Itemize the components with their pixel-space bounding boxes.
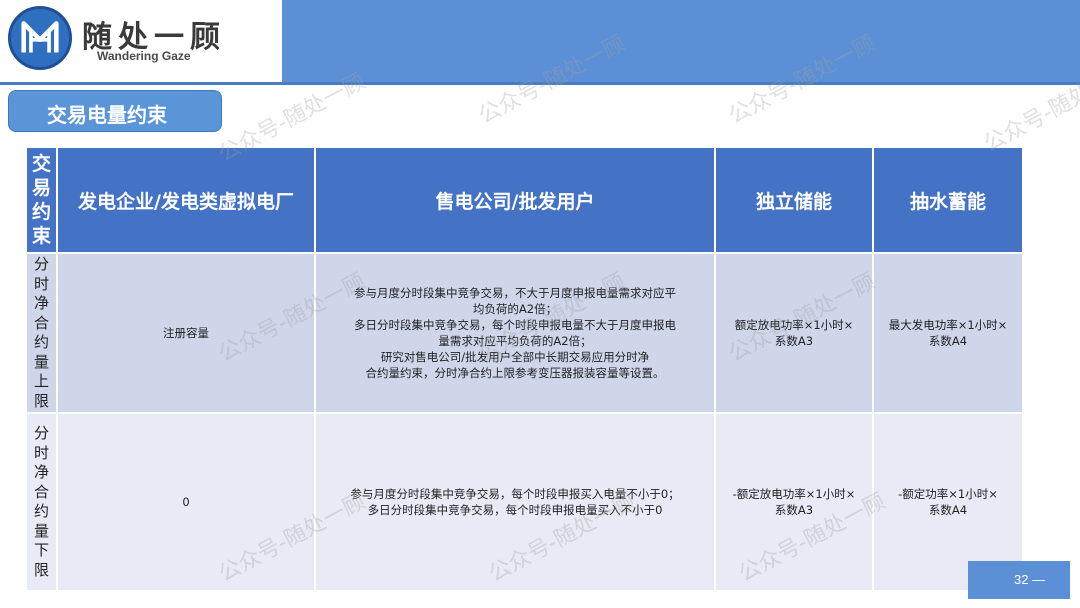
vertical-char: 上 xyxy=(33,372,49,390)
vertical-char: 下 xyxy=(33,541,49,559)
vertical-char: 分 xyxy=(33,255,49,273)
table-cell: 最大发电功率×1小时× 系数A4 xyxy=(874,254,1022,412)
cell-lines: 注册容量 xyxy=(163,325,209,341)
table-cell: 参与月度分时段集中竞争交易，不大于月度申报电量需求对应平 均负荷的A2倍； 多日分时… xyxy=(316,254,716,412)
constraints-table: 交易约束 发电企业/发电类虚拟电厂 售电公司/批发用户 独立储能 抽水蓄能 分时… xyxy=(27,148,1022,590)
cell-text-line: 注册容量 xyxy=(163,326,209,340)
row-label-upper-text: 分时净合约量上限 xyxy=(34,255,49,411)
cell-text-line: 多日分时段集中竞争交易，每个时段申报电量买入不小于0 xyxy=(367,503,663,517)
table-cell: -额定放电功率×1小时× 系数A3 xyxy=(716,414,874,590)
vertical-char: 约 xyxy=(33,502,49,520)
column-header-storage: 独立储能 xyxy=(716,148,874,252)
vertical-char: 净 xyxy=(33,463,49,481)
vertical-char: 分 xyxy=(33,424,49,442)
cell-text-line: 额定放电功率×1小时× xyxy=(734,318,854,332)
cell-text-line: 最大发电功率×1小时× xyxy=(888,318,1008,332)
page-number-badge: 32 — xyxy=(968,561,1070,599)
vertical-char: 量 xyxy=(33,352,49,371)
column-header-generation: 发电企业/发电类虚拟电厂 xyxy=(58,148,316,252)
logo-mh-icon xyxy=(21,21,59,53)
cell-text-line: -额定功率×1小时× xyxy=(898,487,998,501)
vertical-char: 限 xyxy=(33,560,49,579)
vertical-char: 时 xyxy=(33,443,49,462)
row-label-upper: 分时净合约量上限 xyxy=(27,254,58,412)
table-cell: 额定放电功率×1小时× 系数A3 xyxy=(716,254,874,412)
vertical-char: 约 xyxy=(33,333,49,351)
logo-subtitle: Wandering Gaze xyxy=(97,49,191,63)
column-header-retail: 售电公司/批发用户 xyxy=(316,148,716,252)
header-corner-label-text: 交易约束 xyxy=(32,152,51,248)
vertical-char: 合 xyxy=(33,482,49,501)
vertical-char: 易 xyxy=(31,177,51,199)
header-corner-label: 交易约束 xyxy=(27,148,58,252)
cell-lines: 0 xyxy=(182,494,189,510)
vertical-char: 约 xyxy=(31,201,51,223)
vertical-char: 合 xyxy=(33,313,49,332)
vertical-char: 束 xyxy=(31,225,51,247)
cell-text-line: 系数A4 xyxy=(928,334,968,348)
row-label-lower: 分时净合约量下限 xyxy=(27,414,58,590)
cell-lines: 参与月度分时段集中竞争交易，每个时段申报买入电量不小于0； 多日分时段集中竞争交易… xyxy=(350,486,679,518)
cell-text-line: -额定放电功率×1小时× xyxy=(732,487,856,501)
vertical-char: 量 xyxy=(33,521,49,540)
header-band xyxy=(282,0,1080,82)
cell-text-line: 多日分时段集中竞争交易，每个时段申报电量不大于月度申报电 xyxy=(354,318,676,332)
logo-icon xyxy=(8,6,72,70)
header-divider xyxy=(0,82,1080,85)
column-header-pumped-hydro: 抽水蓄能 xyxy=(874,148,1022,252)
cell-lines: -额定功率×1小时× 系数A4 xyxy=(898,486,998,518)
cell-text-line: 合约量约束，分时净合约上限参考变压器报装容量等设置。 xyxy=(365,366,665,380)
cell-text-line: 量需求对应平均负荷的A2倍； xyxy=(438,334,592,348)
cell-text-line: 参与月度分时段集中竞争交易，每个时段申报买入电量不小于0； xyxy=(350,487,680,501)
vertical-char: 交 xyxy=(31,153,51,175)
cell-lines: 参与月度分时段集中竞争交易，不大于月度申报电量需求对应平 均负荷的A2倍； 多日分时… xyxy=(354,285,676,381)
cell-text-line: 系数A3 xyxy=(774,503,814,517)
row-label-lower-text: 分时净合约量下限 xyxy=(34,424,49,580)
vertical-char: 净 xyxy=(33,294,49,312)
vertical-char: 限 xyxy=(33,391,49,410)
cell-text-line: 系数A3 xyxy=(774,334,814,348)
cell-lines: 额定放电功率×1小时× 系数A3 xyxy=(735,317,854,349)
section-title: 交易电量约束 xyxy=(47,103,167,127)
cell-text-line: 0 xyxy=(182,495,190,509)
section-title-pill: 交易电量约束 xyxy=(8,90,222,132)
cell-text-line: 均负荷的A2倍； xyxy=(472,302,558,316)
cell-text-line: 系数A4 xyxy=(928,503,968,517)
cell-text-line: 研究对售电公司/批发用户全部中长期交易应用分时净 xyxy=(380,350,650,364)
cell-lines: 最大发电功率×1小时× 系数A4 xyxy=(889,317,1008,349)
table-cell: 注册容量 xyxy=(58,254,316,412)
cell-lines: -额定放电功率×1小时× 系数A3 xyxy=(733,486,856,518)
table-cell: 0 xyxy=(58,414,316,590)
vertical-char: 时 xyxy=(33,274,49,293)
table-cell: 参与月度分时段集中竞争交易，每个时段申报买入电量不小于0； 多日分时段集中竞争交易… xyxy=(316,414,716,590)
page-number: 32 — xyxy=(1014,572,1046,587)
cell-text-line: 参与月度分时段集中竞争交易，不大于月度申报电量需求对应平 xyxy=(354,286,676,300)
header: 随处一顾 Wandering Gaze xyxy=(0,0,1080,85)
